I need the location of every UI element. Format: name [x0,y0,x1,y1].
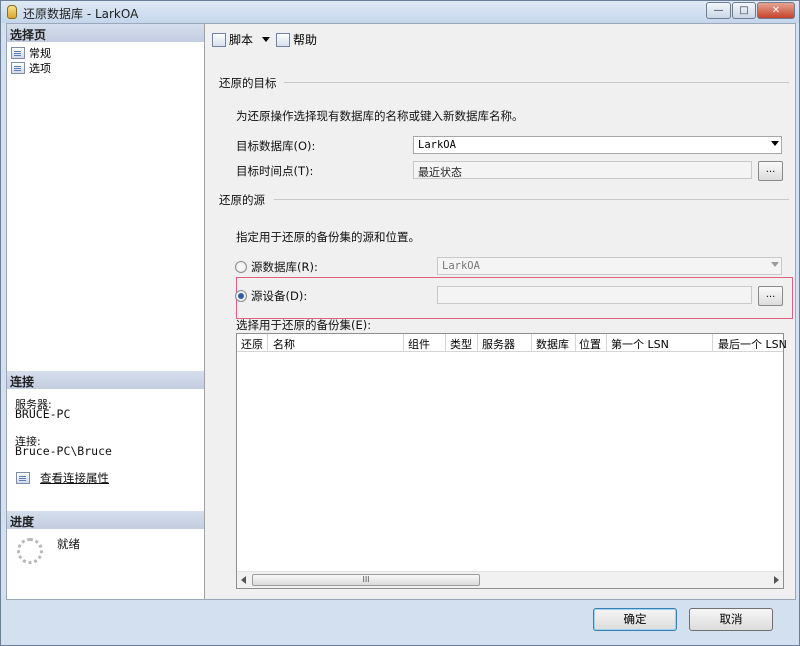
column-header[interactable]: 数据库 [536,336,569,352]
column-header[interactable]: 名称 [273,336,295,352]
right-pane: 脚本 帮助 还原的目标 为还原操作选择现有数据库的名称或键入新数据库名称。 目标… [206,24,795,599]
close-button[interactable]: ✕ [757,2,795,19]
column-divider [445,334,446,352]
cancel-button[interactable]: 取消 [689,608,773,631]
backup-sets-grid[interactable]: 还原 名称 组件 类型 服务器 数据库 位置 第一个 LSN 最后一个 LSN … [236,333,787,589]
server-value: BRUCE-PC [15,407,71,421]
dialog-body: 选择页 常规 选项 连接 服务器: BRUCE-PC 连接: Bruce-PC\… [6,23,796,600]
page-item-general[interactable]: 常规 [11,45,51,61]
target-section-title: 还原的目标 [219,76,277,90]
column-header[interactable]: 最后一个 LSN [718,336,787,352]
scroll-left-icon[interactable] [241,576,246,584]
toolbar: 脚本 帮助 [206,24,795,54]
minimize-button[interactable]: — [706,2,731,19]
script-button[interactable]: 脚本 [212,31,271,48]
connection-header: 连接 [7,371,204,389]
progress-header: 进度 [7,511,204,529]
database-icon [7,5,17,19]
section-divider [274,199,789,200]
page-item-label: 选项 [29,62,51,75]
page-icon [11,62,25,74]
page-item-options[interactable]: 选项 [11,60,51,76]
grid-header: 还原 名称 组件 类型 服务器 数据库 位置 第一个 LSN 最后一个 LSN [237,334,787,352]
maximize-button[interactable]: □ [732,2,756,19]
restore-database-window: 还原数据库 - LarkOA — □ ✕ 选择页 常规 选项 连接 服务器: B… [0,0,800,646]
chevron-down-icon [771,262,779,267]
column-divider [403,334,404,352]
target-db-combo[interactable]: LarkOA [413,136,782,154]
target-time-label: 目标时间点(T): [236,164,314,178]
progress-spinner-icon [17,538,43,564]
from-database-value: LarkOA [442,260,480,272]
section-divider [284,82,789,83]
column-header[interactable]: 组件 [408,336,430,352]
target-description: 为还原操作选择现有数据库的名称或键入新数据库名称。 [236,109,524,123]
column-divider [531,334,532,352]
page-item-label: 常规 [29,47,51,60]
scroll-right-icon[interactable] [774,576,779,584]
from-device-radio[interactable] [235,290,247,302]
backup-sets-label: 选择用于还原的备份集(E): [236,318,372,332]
from-database-combo: LarkOA [437,257,782,275]
chevron-down-icon[interactable] [262,37,271,42]
script-icon [212,32,226,47]
target-time-browse-button[interactable]: ... [758,161,783,181]
from-device-field [437,286,752,304]
column-header[interactable]: 第一个 LSN [611,336,669,352]
column-divider [267,334,268,352]
from-database-radio[interactable] [235,261,247,273]
source-description: 指定用于还原的备份集的源和位置。 [236,230,420,244]
help-icon [276,32,290,47]
window-title: 还原数据库 - LarkOA [23,7,139,21]
connection-properties-icon [16,472,30,484]
column-divider [477,334,478,352]
target-time-field: 最近状态 [413,161,752,179]
title-bar: 还原数据库 - LarkOA — □ ✕ [1,1,799,23]
column-divider [606,334,607,352]
ok-button[interactable]: 确定 [593,608,677,631]
script-label: 脚本 [229,33,254,47]
from-device-label[interactable]: 源设备(D): [251,288,307,304]
left-pane: 选择页 常规 选项 连接 服务器: BRUCE-PC 连接: Bruce-PC\… [7,24,205,599]
chevron-down-icon [771,141,779,146]
column-header[interactable]: 位置 [579,336,601,352]
from-device-browse-button[interactable]: ... [758,286,783,306]
help-label: 帮助 [293,33,318,47]
page-icon [11,47,25,59]
horizontal-scrollbar[interactable]: III [237,571,783,588]
select-page-header: 选择页 [7,24,204,42]
column-header[interactable]: 类型 [450,336,472,352]
source-section-title: 还原的源 [219,193,265,207]
connection-value: Bruce-PC\Bruce [15,444,112,458]
help-button[interactable]: 帮助 [276,31,317,48]
progress-status: 就绪 [57,537,80,551]
from-database-label[interactable]: 源数据库(R): [251,259,318,275]
target-db-label: 目标数据库(O): [236,139,316,153]
column-header[interactable]: 服务器 [482,336,515,352]
column-divider [712,334,713,352]
scroll-thumb[interactable]: III [252,574,480,586]
column-divider [575,334,576,352]
target-db-value: LarkOA [418,139,456,151]
view-connection-properties-link[interactable]: 查看连接属性 [40,470,109,486]
column-header[interactable]: 还原 [241,336,263,352]
